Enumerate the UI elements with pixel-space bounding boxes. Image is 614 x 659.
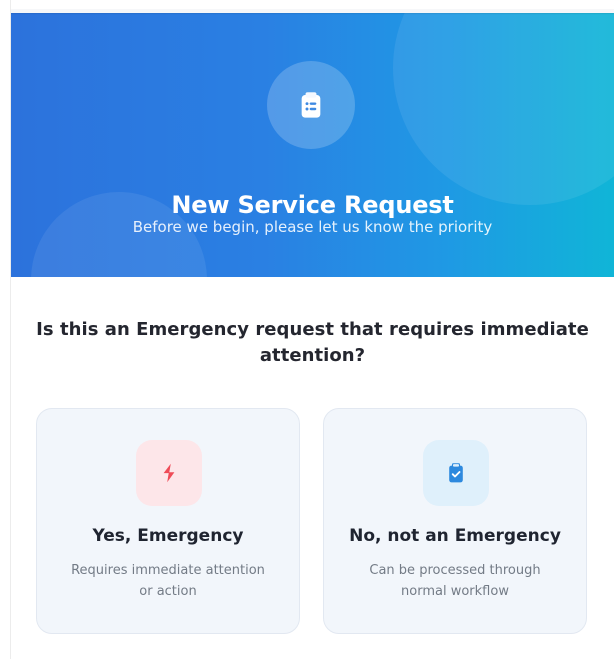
dialog-header: New Service Request Before we begin, ple… xyxy=(11,13,614,277)
clipboard-check-icon xyxy=(449,463,463,483)
header-icon-badge xyxy=(267,61,355,149)
dialog-subtitle: Before we begin, please let us know the … xyxy=(132,218,493,236)
emergency-yes-option[interactable]: Yes, Emergency Requires immediate attent… xyxy=(36,408,300,634)
header-decorative-circle xyxy=(393,13,614,205)
screen: New Service Request Before we begin, ple… xyxy=(0,0,614,659)
service-request-dialog: New Service Request Before we begin, ple… xyxy=(11,13,614,659)
emergency-yes-description: Requires immediate attention or action xyxy=(71,563,265,599)
emergency-no-description: Can be processed through normal workflow xyxy=(369,563,541,599)
window-top-edge xyxy=(0,0,614,13)
emergency-no-option[interactable]: No, not an Emergency Can be processed th… xyxy=(323,408,587,634)
emergency-no-icon-badge xyxy=(423,440,489,506)
emergency-question: Is this an Emergency request that requir… xyxy=(36,319,589,366)
emergency-yes-title: Yes, Emergency xyxy=(92,526,244,546)
window-left-edge xyxy=(0,0,11,659)
emergency-no-title: No, not an Emergency xyxy=(349,526,561,546)
lightning-bolt-icon xyxy=(163,463,175,483)
emergency-yes-icon-badge xyxy=(136,440,202,506)
clipboard-list-icon xyxy=(301,92,321,118)
